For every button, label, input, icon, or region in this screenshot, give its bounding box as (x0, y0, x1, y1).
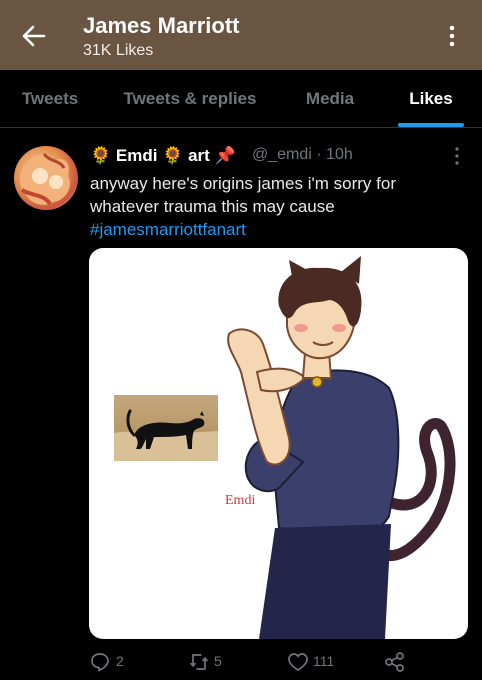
hashtag-link[interactable]: #jamesmarriottfanart (90, 218, 470, 241)
tweet-text: anyway here's origins james i'm sorry fo… (90, 172, 470, 241)
tweet-text-line: whatever trauma this may cause (90, 197, 335, 216)
more-vertical-icon (449, 25, 455, 47)
more-vertical-icon (455, 147, 459, 165)
tab-tweets[interactable]: Tweets (12, 70, 88, 127)
reply-count: 2 (116, 653, 124, 669)
tweet-text-line: anyway here's origins james i'm sorry fo… (90, 174, 396, 193)
tweet-actions: 2 5 111 (90, 650, 470, 674)
avatar[interactable] (14, 146, 78, 210)
retweet-count: 5 (214, 653, 222, 669)
retweet-icon (190, 654, 208, 670)
retweet-button[interactable]: 5 (188, 650, 248, 674)
more-options-button[interactable] (440, 24, 464, 48)
profile-tabs: Tweets Tweets & replies Media Likes (0, 70, 482, 128)
avatar-art (19, 152, 71, 206)
reply-button[interactable]: 2 (90, 650, 150, 674)
share-button[interactable] (384, 650, 414, 674)
tweet-media-image[interactable]: Emdi (89, 248, 468, 639)
tab-likes[interactable]: Likes (398, 70, 464, 127)
arrow-left-icon (22, 25, 46, 47)
reply-icon (91, 653, 109, 672)
tweet-handle-time[interactable]: @_emdi · 10h (252, 146, 353, 164)
tab-media[interactable]: Media (294, 70, 366, 127)
back-button[interactable] (18, 22, 50, 50)
drawing-signature: Emdi (225, 493, 255, 508)
tweet-author-name[interactable]: 🌻 Emdi 🌻 art 📌 (90, 146, 236, 166)
fanart-drawing: Emdi (225, 256, 456, 639)
likes-count: 31K Likes (83, 42, 154, 59)
share-icon (385, 652, 404, 672)
profile-name: James Marriott (83, 13, 240, 38)
profile-header: James Marriott 31K Likes (0, 0, 482, 70)
like-count: 111 (313, 653, 335, 669)
heart-icon (288, 653, 308, 671)
tab-tweets-replies[interactable]: Tweets & replies (112, 70, 268, 127)
tweet-more-button[interactable] (450, 146, 464, 166)
like-button[interactable]: 111 (287, 650, 347, 674)
active-tab-indicator (398, 123, 464, 127)
